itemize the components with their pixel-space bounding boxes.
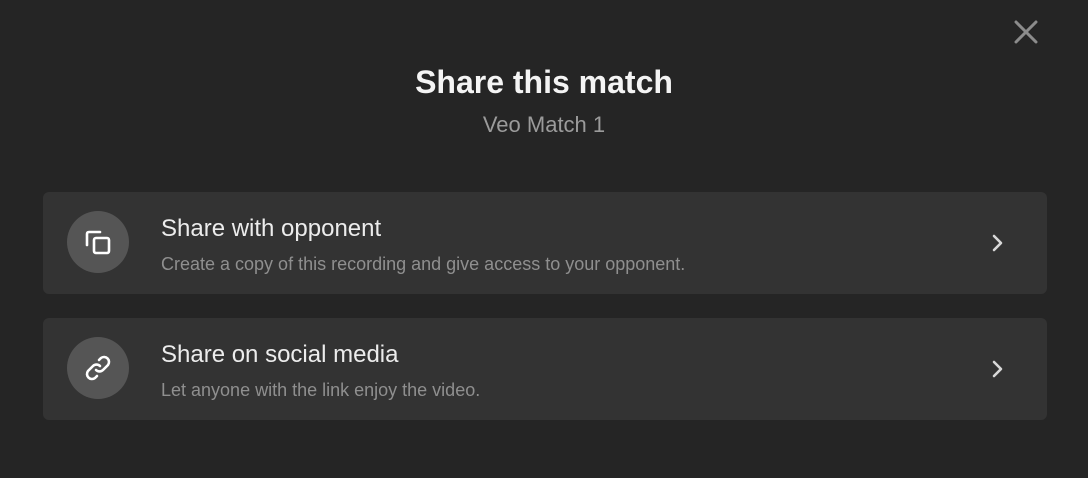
option-description: Create a copy of this recording and give… xyxy=(161,254,686,274)
option-icon-circle xyxy=(67,337,129,399)
share-match-dialog: Share this match Veo Match 1 Share with … xyxy=(0,0,1088,478)
close-icon xyxy=(1014,20,1038,44)
option-description: Let anyone with the link enjoy the video… xyxy=(161,380,481,400)
match-name: Veo Match 1 xyxy=(482,112,606,137)
link-icon xyxy=(85,355,111,381)
share-with-opponent-option[interactable]: Share with opponent Create a copy of thi… xyxy=(43,192,1047,294)
option-icon-circle xyxy=(67,211,129,273)
option-title: Share on social media xyxy=(161,341,399,368)
share-on-social-media-option[interactable]: Share on social media Let anyone with th… xyxy=(43,318,1047,420)
copy-icon xyxy=(85,230,111,255)
close-button[interactable] xyxy=(1008,14,1044,50)
chevron-right-icon xyxy=(983,355,1011,383)
chevron-right-icon xyxy=(983,229,1011,257)
dialog-title: Share this match xyxy=(415,64,673,100)
option-title: Share with opponent xyxy=(161,215,382,242)
